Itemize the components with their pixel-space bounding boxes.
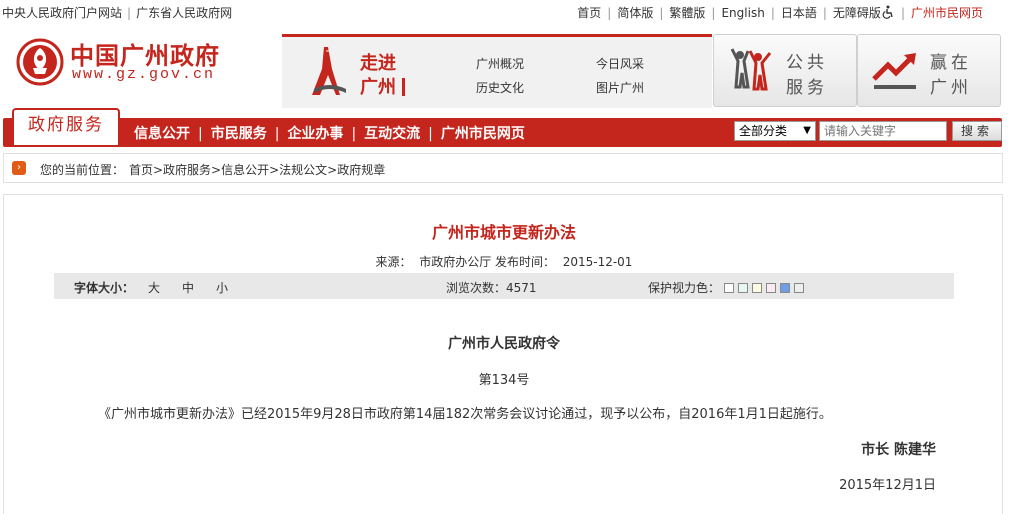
article-toolbar: 字体大小：大中小 浏览次数：4571 保护视力色： <box>54 273 954 299</box>
nav-business[interactable]: 企业办事 <box>287 126 343 142</box>
wheelchair-icon[interactable] <box>881 5 895 19</box>
eye-protection-colors: 保护视力色： <box>648 279 805 296</box>
link-simplified[interactable]: 简体版 <box>617 6 653 20</box>
breadcrumb: › 您的当前位置： 首页>政府服务>信息公开>法规公文>政府规章 <box>3 153 1003 183</box>
sign-date: 2015年12月1日 <box>839 478 936 493</box>
decree-number: 第134号 <box>478 373 530 388</box>
link-home[interactable]: 首页 <box>577 6 601 20</box>
font-size-small[interactable]: 小 <box>216 281 228 295</box>
font-size-control: 字体大小：大中小 <box>74 281 229 295</box>
link-english[interactable]: English <box>721 6 764 20</box>
view-count: 浏览次数：4571 <box>446 281 537 295</box>
link-photos[interactable]: 图片广州 <box>596 79 644 96</box>
link-history[interactable]: 历史文化 <box>476 79 524 96</box>
link-guangdong-gov[interactable]: 广东省人民政府网 <box>136 6 232 20</box>
link-traditional[interactable]: 繁體版 <box>669 6 705 20</box>
canton-tower-icon <box>312 47 346 95</box>
zoujin-title-2: 广州 <box>360 73 405 99</box>
win-guangzhou-button[interactable]: 赢在 广州 <box>857 34 1001 107</box>
article-meta: 来源： 市政府办公厅 发布时间： 2015-12-01 <box>375 255 633 269</box>
win-gz-line2: 广州 <box>930 78 972 98</box>
breadcrumb-label: 您的当前位置： <box>40 163 125 177</box>
zoujin-guangzhou-panel: 走进 广州 广州概况 今日风采 历史文化 图片广州 <box>282 34 712 108</box>
article: 广州市城市更新办法 来源： 市政府办公厅 发布时间： 2015-12-01 字体… <box>3 194 1003 514</box>
color-swatch-1[interactable] <box>724 283 735 293</box>
top-left-links: 中央人民政府门户网站 | 广东省人民政府网 <box>2 6 233 20</box>
article-date: 2015-12-01 <box>562 255 633 269</box>
dropdown-arrow-icon: ▼ <box>803 125 811 136</box>
win-gz-line1: 赢在 <box>930 53 972 73</box>
color-swatch-4[interactable] <box>766 283 777 293</box>
people-cheering-icon <box>730 48 772 91</box>
nav-citizen-page[interactable]: 广州市民网页 <box>441 126 525 142</box>
search-scope-select[interactable]: 全部分类 ▼ <box>734 121 816 141</box>
font-size-medium[interactable]: 中 <box>182 281 194 295</box>
public-service-line2: 服务 <box>786 78 828 98</box>
link-central-gov[interactable]: 中央人民政府门户网站 <box>2 6 122 20</box>
top-bar: 中央人民政府门户网站 | 广东省人民政府网 首页 | 简体版 | 繁體版 | English | 日… <box>0 0 1009 24</box>
logo-url: www.gz.gov.cn <box>72 66 216 83</box>
breadcrumb-path[interactable]: 首页>政府服务>信息公开>法规公文>政府规章 <box>129 161 385 178</box>
public-service-line1: 公共 <box>786 53 828 73</box>
top-right-links: 首页 | 简体版 | 繁體版 | English | 日本語 | 无障碍版 | 广州市民网页 <box>577 5 983 20</box>
tab-gov-service[interactable]: 政府服务 <box>12 108 120 145</box>
nav-interaction[interactable]: 互动交流 <box>364 126 420 142</box>
link-gz-overview[interactable]: 广州概况 <box>476 55 524 72</box>
link-japanese[interactable]: 日本語 <box>781 6 817 20</box>
search-input[interactable] <box>819 121 947 141</box>
font-size-large[interactable]: 大 <box>148 281 160 295</box>
trend-up-icon <box>872 53 916 89</box>
decree-title: 广州市人民政府令 <box>448 336 560 352</box>
nav-info-public[interactable]: 信息公开 <box>134 126 190 142</box>
link-accessible[interactable]: 无障碍版 <box>833 6 881 20</box>
header: 中国广州政府 www.gz.gov.cn 走进 广州 广州概况 今日风采 历史文… <box>0 24 1009 108</box>
main-nav: 政府服务 信息公开|市民服务|企业办事|互动交流|广州市民网页 全部分类▼ 搜索 <box>3 108 1002 147</box>
search-button[interactable]: 搜索 <box>952 121 1002 141</box>
nav-citizen-service[interactable]: 市民服务 <box>211 126 267 142</box>
color-swatch-2[interactable] <box>738 283 749 293</box>
arrow-right-icon: › <box>12 161 26 175</box>
color-swatch-3[interactable] <box>752 283 763 293</box>
page-title: 广州市城市更新办法 <box>431 223 576 242</box>
nav-menu: 信息公开 | 市民服务 | 企业办事 | 互动交流 | 广州市民网页 <box>134 126 525 142</box>
link-today[interactable]: 今日风采 <box>596 55 644 72</box>
gz-emblem-icon <box>16 38 64 86</box>
color-swatch-6[interactable] <box>794 283 805 293</box>
site-logo[interactable]: 中国广州政府 www.gz.gov.cn <box>12 34 282 94</box>
color-swatch-5[interactable] <box>780 283 791 293</box>
signature: 市长 陈建华 <box>861 442 936 458</box>
article-source: 市政府办公厅 <box>419 255 492 269</box>
public-service-button[interactable]: 公共 服务 <box>713 34 857 107</box>
article-paragraph: 《广州市城市更新办法》已经2015年9月28日市政府第14届182次常务会议讨论… <box>98 407 832 422</box>
zoujin-title-1: 走进 <box>360 53 396 74</box>
link-citizen-page[interactable]: 广州市民网页 <box>911 6 983 20</box>
